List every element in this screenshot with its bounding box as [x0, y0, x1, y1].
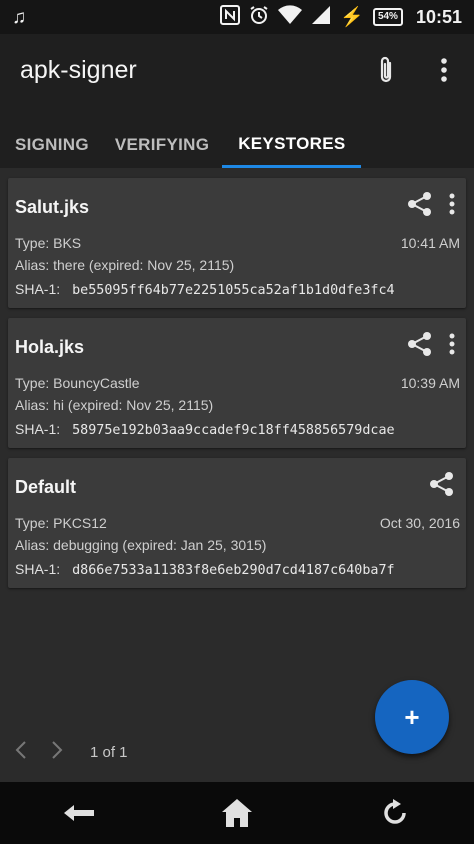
sha-value: be55095ff64b77e2251055ca52af1b1d0dfe3fc4: [72, 283, 395, 298]
keystore-name: Default: [15, 477, 77, 497]
recents-icon[interactable]: [365, 788, 425, 838]
keystore-sha: SHA-1: be55095ff64b77e2251055ca52af1b1d0d…: [15, 281, 395, 298]
sha-value: d866e7533a11383f8e6eb290d7cd4187c640ba7f: [72, 563, 395, 578]
keystore-alias: Alias: debugging (expired: Jan 25, 3015): [15, 537, 267, 553]
status-bar: ♫ ⚡ 54% 10:51: [0, 0, 474, 34]
share-icon[interactable]: [406, 330, 434, 363]
card-actions: [406, 190, 456, 223]
clock: 10:51: [415, 6, 462, 27]
attach-icon[interactable]: [370, 54, 402, 86]
share-icon[interactable]: [428, 470, 456, 503]
cell-signal-icon: [311, 5, 331, 30]
keystore-card[interactable]: Default Type: PKCS12 Oct 30, 2016 Alias:…: [8, 458, 466, 588]
wifi-icon: [278, 4, 303, 30]
keystore-type: Type: BouncyCastle: [15, 375, 140, 391]
keystore-time: 10:39 AM: [400, 375, 460, 391]
keystore-name: Salut.jks: [15, 197, 90, 217]
back-icon[interactable]: [49, 788, 109, 838]
sha-label: SHA-1:: [15, 421, 61, 437]
keystore-sha: SHA-1: 58975e192b03aa9ccadef9c18ff4588565…: [15, 421, 395, 438]
keystore-sha: SHA-1: d866e7533a11383f8e6eb290d7cd4187c6…: [15, 561, 395, 578]
sha-label: SHA-1:: [15, 281, 61, 297]
tab-bar: SIGNING VERIFYING KEYSTORES: [0, 122, 362, 168]
keystore-list: Salut.jks Type: BKS 10:41 AM Alias: ther…: [8, 178, 466, 598]
charging-icon: ⚡: [340, 6, 364, 28]
tab-keystores[interactable]: KEYSTORES: [222, 122, 362, 168]
keystore-card[interactable]: Salut.jks Type: BKS 10:41 AM Alias: ther…: [8, 178, 466, 308]
battery-icon: 54%: [372, 8, 403, 26]
overflow-menu-icon[interactable]: [428, 54, 460, 86]
sha-label: SHA-1:: [15, 561, 61, 577]
music-note-icon: ♫: [12, 6, 27, 28]
share-icon[interactable]: [406, 190, 434, 223]
pager: 1 of 1: [14, 740, 128, 765]
page-indicator: 1 of 1: [90, 744, 128, 761]
tab-verifying[interactable]: VERIFYING: [102, 122, 222, 168]
keystore-alias: Alias: hi (expired: Nov 25, 2115): [15, 397, 214, 413]
previous-page-icon[interactable]: [14, 740, 28, 765]
plus-icon: +: [404, 701, 420, 732]
card-actions: [406, 330, 456, 363]
alarm-icon: [249, 5, 269, 30]
add-keystore-button[interactable]: +: [375, 680, 449, 754]
overflow-menu-icon[interactable]: [448, 332, 456, 361]
keystore-time: Oct 30, 2016: [379, 515, 460, 531]
app-title: apk-signer: [20, 56, 137, 84]
overflow-menu-icon[interactable]: [448, 192, 456, 221]
nfc-icon: [220, 4, 241, 30]
next-page-icon[interactable]: [50, 740, 64, 765]
keystore-name: Hola.jks: [15, 337, 85, 357]
sha-value: 58975e192b03aa9ccadef9c18ff458856579dcae: [72, 423, 395, 438]
keystore-card[interactable]: Hola.jks Type: BouncyCastle 10:39 AM Ali…: [8, 318, 466, 448]
keystore-time: 10:41 AM: [400, 235, 460, 251]
keystore-type: Type: PKCS12: [15, 515, 107, 531]
app-bar: apk-signer SIGNING VERIFYING KEYSTORES: [0, 34, 474, 168]
card-actions: [428, 470, 456, 503]
system-nav-bar: [0, 782, 474, 844]
app-bar-actions: [370, 54, 460, 86]
keystore-alias: Alias: there (expired: Nov 25, 2115): [15, 257, 235, 273]
keystore-type: Type: BKS: [15, 235, 82, 251]
tab-signing[interactable]: SIGNING: [0, 122, 102, 168]
home-icon[interactable]: [207, 788, 267, 838]
